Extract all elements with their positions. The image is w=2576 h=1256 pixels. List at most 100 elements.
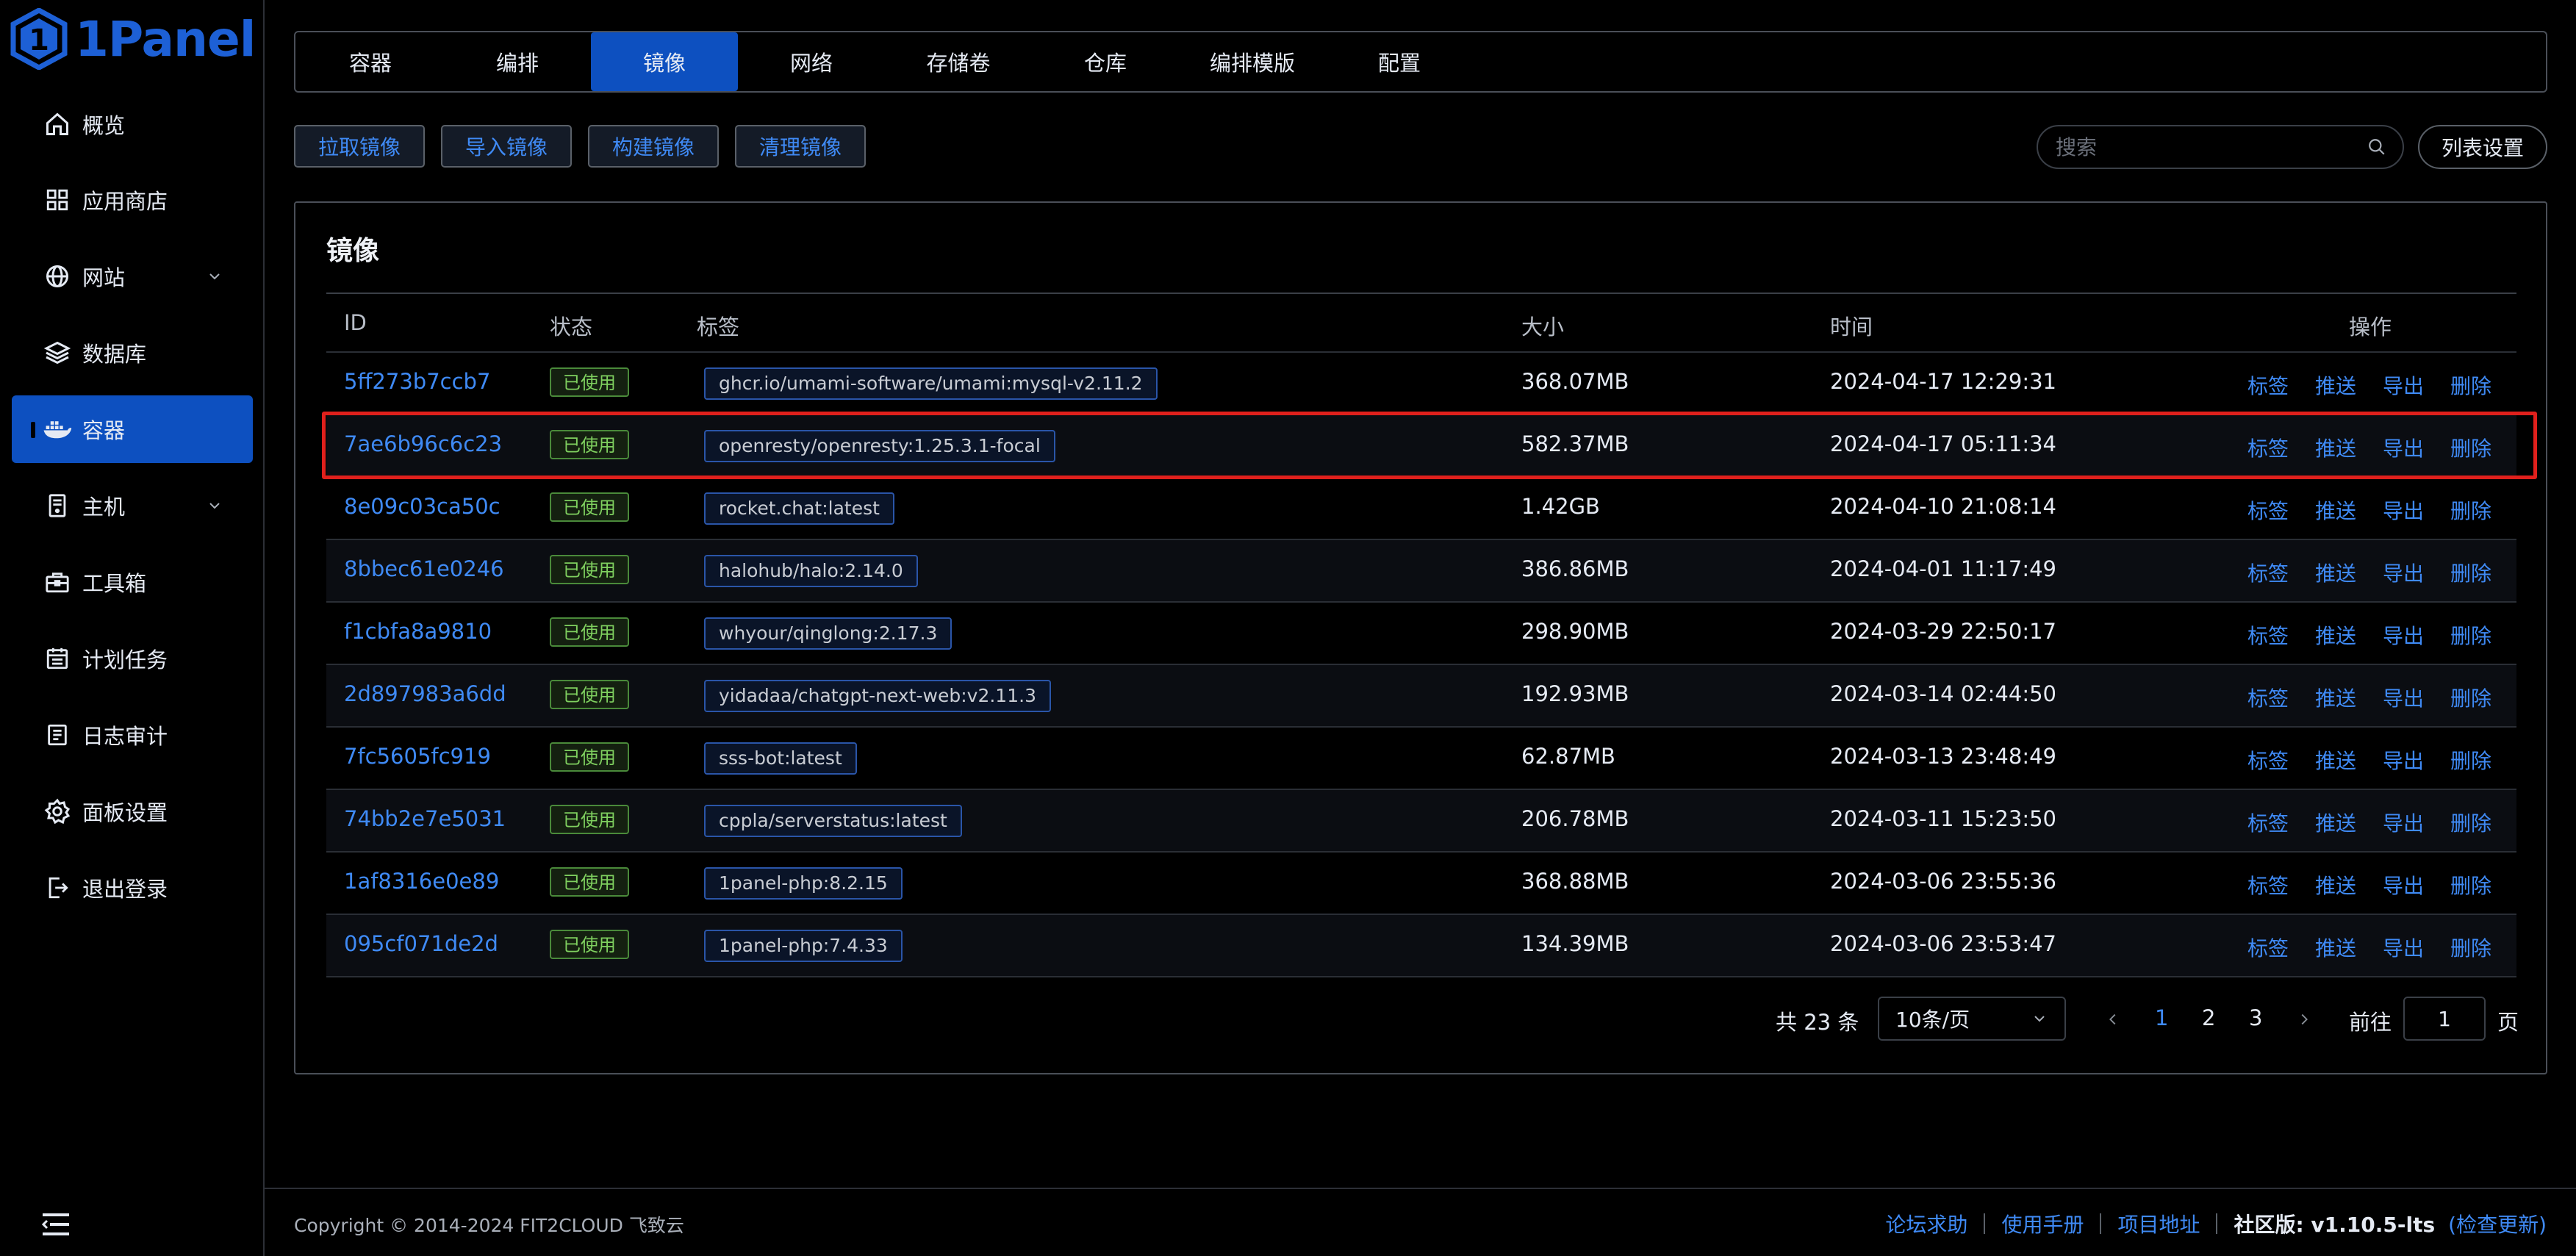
export-action-link[interactable]: 导出	[2383, 808, 2450, 837]
header-time: 时间	[1830, 315, 1873, 340]
tag-action-link[interactable]: 标签	[2247, 870, 2315, 900]
page-2[interactable]: 2	[2202, 1005, 2215, 1030]
image-id-link[interactable]: 2d897983a6dd	[344, 681, 506, 706]
export-action-link[interactable]: 导出	[2383, 558, 2450, 587]
sidebar-item-cron[interactable]: 计划任务	[12, 625, 253, 692]
tab-config[interactable]: 配置	[1326, 32, 1473, 91]
pull-image-button[interactable]: 拉取镜像	[294, 125, 425, 168]
next-page-icon[interactable]	[2296, 1011, 2312, 1027]
status-badge: 已使用	[550, 555, 629, 584]
page-size-select[interactable]: 10条/页	[1878, 997, 2066, 1041]
collapse-menu-icon[interactable]	[41, 1211, 71, 1238]
push-action-link[interactable]: 推送	[2315, 558, 2383, 587]
tag-action-link[interactable]: 标签	[2247, 683, 2315, 712]
image-time: 2024-03-14 02:44:50	[1830, 681, 2056, 706]
image-id-link[interactable]: 095cf071de2d	[344, 931, 498, 956]
page-3[interactable]: 3	[2249, 1005, 2262, 1030]
status-badge: 已使用	[550, 867, 629, 897]
delete-action-link[interactable]: 删除	[2450, 558, 2518, 587]
tab-volumes[interactable]: 存储卷	[885, 32, 1032, 91]
column-settings-button[interactable]: 列表设置	[2418, 125, 2547, 169]
gear-icon	[43, 797, 72, 826]
tag-action-link[interactable]: 标签	[2247, 808, 2315, 837]
forum-link[interactable]: 论坛求助	[1885, 1209, 1967, 1238]
sidebar-item-label: 退出登录	[82, 877, 168, 902]
push-action-link[interactable]: 推送	[2315, 745, 2383, 775]
sidebar-item-container[interactable]: 容器	[12, 395, 253, 463]
delete-action-link[interactable]: 删除	[2450, 495, 2518, 525]
page-1[interactable]: 1	[2155, 1005, 2168, 1030]
build-image-button[interactable]: 构建镜像	[588, 125, 719, 168]
export-action-link[interactable]: 导出	[2383, 620, 2450, 650]
delete-action-link[interactable]: 删除	[2450, 370, 2518, 400]
manual-link[interactable]: 使用手册	[2001, 1209, 2084, 1238]
tag-action-link[interactable]: 标签	[2247, 933, 2315, 962]
row-actions: 标签 推送 导出 删除	[2247, 683, 2518, 712]
image-id-link[interactable]: 74bb2e7e5031	[344, 806, 506, 831]
tag-action-link[interactable]: 标签	[2247, 370, 2315, 400]
export-action-link[interactable]: 导出	[2383, 933, 2450, 962]
sidebar-item-settings[interactable]: 面板设置	[12, 778, 253, 845]
image-size: 298.90MB	[1521, 619, 1629, 644]
sidebar-item-app-store[interactable]: 应用商店	[12, 166, 253, 234]
tab-compose-templates[interactable]: 编排模版	[1179, 32, 1326, 91]
row-actions: 标签 推送 导出 删除	[2247, 620, 2518, 650]
push-action-link[interactable]: 推送	[2315, 808, 2383, 837]
delete-action-link[interactable]: 删除	[2450, 620, 2518, 650]
prune-images-button[interactable]: 清理镜像	[735, 125, 866, 168]
sidebar-item-host[interactable]: 主机	[12, 472, 253, 539]
push-action-link[interactable]: 推送	[2315, 370, 2383, 400]
image-id-link[interactable]: 8e09c03ca50c	[344, 494, 501, 519]
image-id-link[interactable]: 7fc5605fc919	[344, 744, 491, 769]
copyright: Copyright © 2014-2024 FIT2CLOUD 飞致云	[294, 1215, 684, 1236]
delete-action-link[interactable]: 删除	[2450, 870, 2518, 900]
push-action-link[interactable]: 推送	[2315, 495, 2383, 525]
image-id-link[interactable]: 5ff273b7ccb7	[344, 369, 490, 394]
delete-action-link[interactable]: 删除	[2450, 933, 2518, 962]
header-ops: 操作	[2349, 315, 2392, 340]
import-image-button[interactable]: 导入镜像	[441, 125, 572, 168]
search-icon[interactable]	[2367, 137, 2386, 157]
delete-action-link[interactable]: 删除	[2450, 745, 2518, 775]
delete-action-link[interactable]: 删除	[2450, 683, 2518, 712]
tag-action-link[interactable]: 标签	[2247, 495, 2315, 525]
project-link[interactable]: 项目地址	[2117, 1209, 2200, 1238]
image-id-link[interactable]: f1cbfa8a9810	[344, 619, 492, 644]
image-id-link[interactable]: 1af8316e0e89	[344, 869, 499, 894]
tab-repositories[interactable]: 仓库	[1032, 32, 1179, 91]
goto-page-input[interactable]: 1	[2403, 997, 2486, 1041]
tab-networks[interactable]: 网络	[738, 32, 885, 91]
tag-action-link[interactable]: 标签	[2247, 558, 2315, 587]
sidebar-item-overview[interactable]: 概览	[12, 90, 253, 158]
push-action-link[interactable]: 推送	[2315, 870, 2383, 900]
tab-images[interactable]: 镜像	[591, 32, 738, 91]
tab-compose[interactable]: 编排	[444, 32, 591, 91]
prev-page-icon[interactable]	[2105, 1011, 2121, 1027]
sidebar-item-toolbox[interactable]: 工具箱	[12, 548, 253, 616]
check-update-link[interactable]: (检查更新)	[2448, 1209, 2547, 1238]
sidebar-item-database[interactable]: 数据库	[12, 319, 253, 387]
page-size-value: 10条/页	[1895, 1008, 1970, 1032]
footer-divider	[265, 1188, 2576, 1189]
push-action-link[interactable]: 推送	[2315, 683, 2383, 712]
delete-action-link[interactable]: 删除	[2450, 808, 2518, 837]
sidebar-item-log-audit[interactable]: 日志审计	[12, 701, 253, 769]
sidebar-item-logout[interactable]: 退出登录	[12, 854, 253, 922]
image-tag: cppla/serverstatus:latest	[704, 805, 962, 837]
tag-action-link[interactable]: 标签	[2247, 745, 2315, 775]
export-action-link[interactable]: 导出	[2383, 683, 2450, 712]
status-badge: 已使用	[550, 367, 629, 397]
image-tag: rocket.chat:latest	[704, 492, 894, 525]
image-id-link[interactable]: 8bbec61e0246	[344, 556, 504, 581]
logo[interactable]: 1 1Panel	[10, 7, 256, 71]
push-action-link[interactable]: 推送	[2315, 620, 2383, 650]
search-input[interactable]	[2054, 134, 2367, 160]
export-action-link[interactable]: 导出	[2383, 870, 2450, 900]
tag-action-link[interactable]: 标签	[2247, 620, 2315, 650]
export-action-link[interactable]: 导出	[2383, 370, 2450, 400]
export-action-link[interactable]: 导出	[2383, 495, 2450, 525]
export-action-link[interactable]: 导出	[2383, 745, 2450, 775]
push-action-link[interactable]: 推送	[2315, 933, 2383, 962]
sidebar-item-website[interactable]: 网站	[12, 243, 253, 310]
tab-containers[interactable]: 容器	[297, 32, 444, 91]
